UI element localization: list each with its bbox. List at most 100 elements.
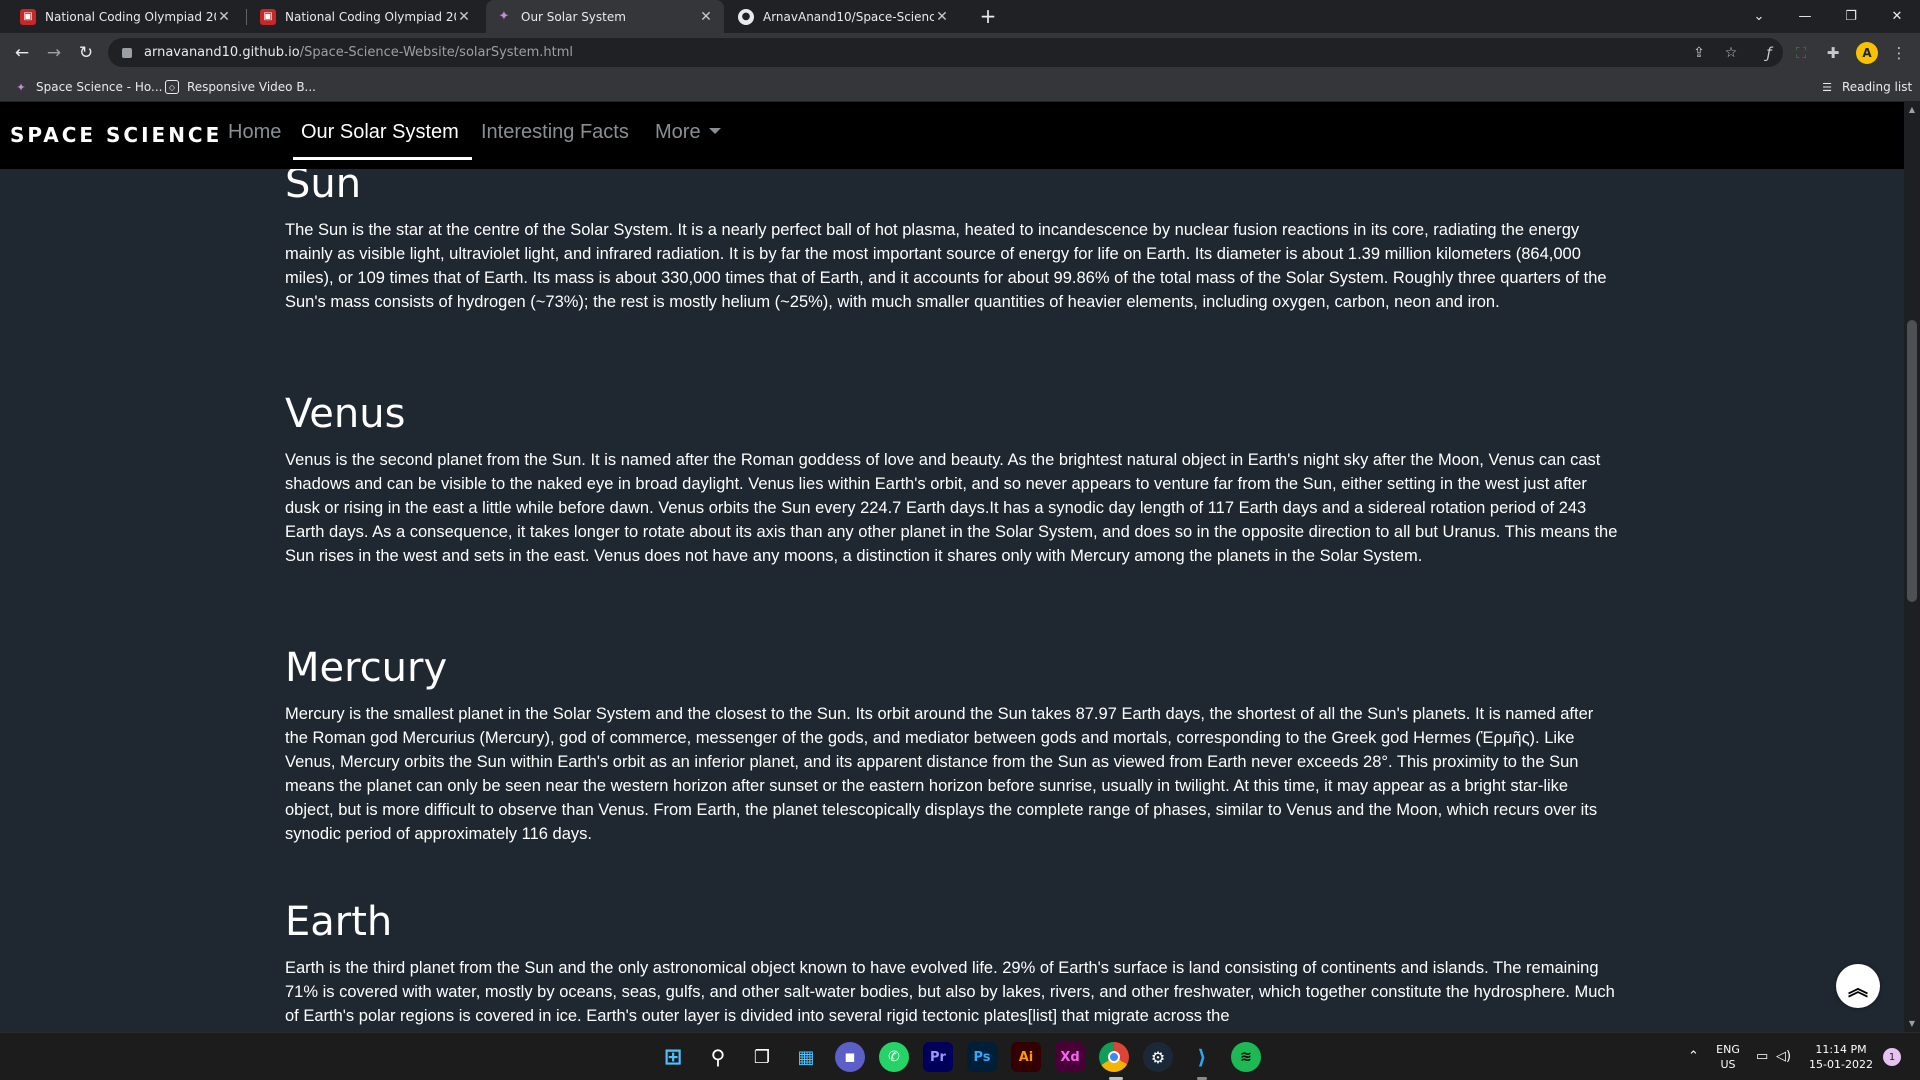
widgets-icon[interactable]: ▦	[791, 1042, 821, 1072]
double-chevron-up-icon: ︽	[1848, 975, 1868, 1000]
illustrator-icon[interactable]: Ai	[1011, 1042, 1041, 1072]
close-icon[interactable]: ✕	[456, 9, 472, 25]
lock-icon[interactable]	[122, 47, 132, 58]
minimize-icon[interactable]: —	[1782, 0, 1828, 33]
clock[interactable]: 11:14 PM 15-01-2022	[1806, 1042, 1876, 1072]
teams-chat-icon[interactable]: ◼	[835, 1042, 865, 1072]
space-science-icon: ✦	[498, 9, 510, 24]
bookmark-label: Space Science - Ho...	[36, 80, 163, 94]
tab-separator	[246, 9, 247, 25]
browser-toolbar: ← → ↻ arnavanand10.github.io/Space-Scien…	[0, 33, 1920, 72]
active-nav-underline	[293, 157, 472, 160]
section-title: Earth	[285, 899, 393, 945]
close-icon[interactable]: ✕	[934, 9, 950, 25]
section-sun: Sun The Sun is the star at the centre of…	[285, 160, 1620, 314]
steam-icon[interactable]: ⚙	[1143, 1042, 1173, 1072]
tab-title: National Coding Olympiad 2021	[45, 9, 216, 24]
url-path: /Space-Science-Website/solarSystem.html	[299, 45, 574, 60]
windows-taskbar: ⊞ ⚲ ❐ ▦ ◼ ✆ Pr Ps Ai Xd ⚙ ⟩ ≋ ⌃ ENG US ▭…	[0, 1032, 1920, 1080]
start-icon[interactable]: ⊞	[658, 1042, 688, 1072]
back-icon[interactable]: ←	[8, 39, 36, 67]
input-language[interactable]: ENG US	[1710, 1042, 1746, 1072]
nav-interesting-facts[interactable]: Interesting Facts	[481, 121, 629, 144]
section-body: The Sun is the star at the centre of the…	[285, 221, 1607, 311]
restore-icon[interactable]: ❐	[1828, 0, 1874, 33]
tab-strip: ▣ National Coding Olympiad 2021 ✕ ▣ Nati…	[0, 0, 1920, 33]
reading-list-label: Reading list	[1842, 80, 1913, 94]
close-icon[interactable]: ✕	[216, 9, 232, 25]
codepen-icon: ◇	[165, 80, 179, 94]
bookmark-star-icon[interactable]: ☆	[1718, 38, 1744, 67]
bookmarks-bar: ✦ Space Science - Ho... ◇ Responsive Vid…	[0, 72, 1920, 102]
network-icon[interactable]: ▭	[1756, 1049, 1768, 1064]
search-icon[interactable]: ⚲	[703, 1042, 733, 1072]
nav-more-label: More	[655, 121, 701, 143]
section-title: Mercury	[285, 645, 448, 691]
scroll-to-top-button[interactable]: ︽	[1836, 964, 1880, 1008]
whatsapp-icon[interactable]: ✆	[879, 1042, 909, 1072]
language-code: ENG	[1716, 1043, 1740, 1056]
github-icon: ●	[738, 8, 754, 25]
space-science-icon: ✦	[16, 80, 26, 94]
reading-list-button[interactable]: ☰ Reading list	[1820, 77, 1912, 97]
nco-icon: ▣	[20, 8, 36, 25]
clock-date: 15-01-2022	[1809, 1058, 1873, 1071]
nav-our-solar-system[interactable]: Our Solar System	[301, 121, 459, 144]
tab-title: ArnavAnand10/Space-Science-W	[763, 9, 934, 24]
photoshop-icon[interactable]: Ps	[967, 1042, 997, 1072]
vscode-icon[interactable]: ⟩	[1187, 1042, 1217, 1072]
section-mercury: Mercury Mercury is the smallest planet i…	[285, 644, 1620, 846]
chevron-up-icon[interactable]: ⌃	[1688, 1049, 1699, 1064]
spotify-icon[interactable]: ≋	[1231, 1042, 1261, 1072]
bookmark-responsive-video[interactable]: ◇ Responsive Video B...	[165, 77, 316, 97]
xd-icon[interactable]: Xd	[1055, 1042, 1085, 1072]
tab-solar-system[interactable]: ✦ Our Solar System ✕	[486, 0, 724, 33]
url-host: arnavanand10.github.io	[144, 45, 300, 60]
site-brand[interactable]: SPACE SCIENCE	[10, 123, 222, 147]
share-icon[interactable]: ⇪	[1686, 38, 1712, 67]
section-title: Venus	[285, 391, 406, 437]
task-view-icon[interactable]: ❐	[747, 1042, 777, 1072]
tab-title: National Coding Olympiad 2021	[285, 9, 456, 24]
address-bar[interactable]: arnavanand10.github.io/Space-Science-Web…	[108, 38, 1783, 67]
bookmark-space-science[interactable]: ✦ Space Science - Ho...	[14, 77, 162, 97]
page-viewport: Sun The Sun is the star at the centre of…	[0, 102, 1904, 1032]
scrollbar-thumb[interactable]	[1907, 320, 1917, 602]
region-code: US	[1720, 1058, 1736, 1071]
extensions-puzzle-icon[interactable]: ✚	[1820, 40, 1846, 66]
page-scrollbar[interactable]: ▲ ▼	[1904, 102, 1920, 1032]
reading-list-icon: ☰	[1822, 80, 1832, 94]
screenshot-extension-icon[interactable]: ⛶	[1788, 40, 1814, 66]
site-navbar: SPACE SCIENCE Home Our Solar System Inte…	[0, 102, 1904, 169]
close-icon[interactable]: ✕	[698, 9, 714, 25]
scroll-down-arrow-icon[interactable]: ▼	[1904, 1016, 1920, 1032]
nav-more-dropdown[interactable]: More	[655, 121, 721, 144]
tab-title: Our Solar System	[521, 9, 626, 24]
profile-avatar[interactable]: A	[1856, 42, 1878, 64]
premiere-pro-icon[interactable]: Pr	[923, 1042, 953, 1072]
window-close-icon[interactable]: ✕	[1874, 0, 1920, 33]
section-venus: Venus Venus is the second planet from th…	[285, 390, 1620, 568]
reload-icon[interactable]: ↻	[72, 39, 100, 67]
scroll-up-arrow-icon[interactable]: ▲	[1904, 102, 1920, 118]
tab-search-icon[interactable]: ⌄	[1736, 0, 1782, 33]
volume-icon[interactable]: ◁)	[1776, 1049, 1791, 1064]
notification-badge[interactable]: 1	[1883, 1048, 1901, 1066]
bookmark-label: Responsive Video B...	[187, 80, 316, 94]
new-tab-button[interactable]: +	[975, 3, 1001, 29]
section-body: Venus is the second planet from the Sun.…	[285, 451, 1618, 565]
clock-time: 11:14 PM	[1815, 1043, 1867, 1056]
formula-extension-icon[interactable]: ƒ	[1756, 40, 1782, 66]
forward-icon[interactable]: →	[40, 39, 68, 67]
section-body: Mercury is the smallest planet in the So…	[285, 705, 1598, 843]
nav-home[interactable]: Home	[228, 121, 281, 144]
nco-icon: ▣	[260, 8, 276, 25]
chrome-icon[interactable]	[1099, 1042, 1129, 1072]
section-earth: Earth Earth is the third planet from the…	[285, 898, 1620, 1028]
tab-nco-2[interactable]: ▣ National Coding Olympiad 2021 ✕	[250, 0, 482, 33]
section-body: Earth is the third planet from the Sun a…	[285, 959, 1615, 1025]
tab-nco-1[interactable]: ▣ National Coding Olympiad 2021 ✕	[10, 0, 242, 33]
tab-github[interactable]: ● ArnavAnand10/Space-Science-W ✕	[728, 0, 960, 33]
menu-kebab-icon[interactable]: ⋮	[1886, 40, 1912, 66]
caret-down-icon	[708, 127, 721, 134]
